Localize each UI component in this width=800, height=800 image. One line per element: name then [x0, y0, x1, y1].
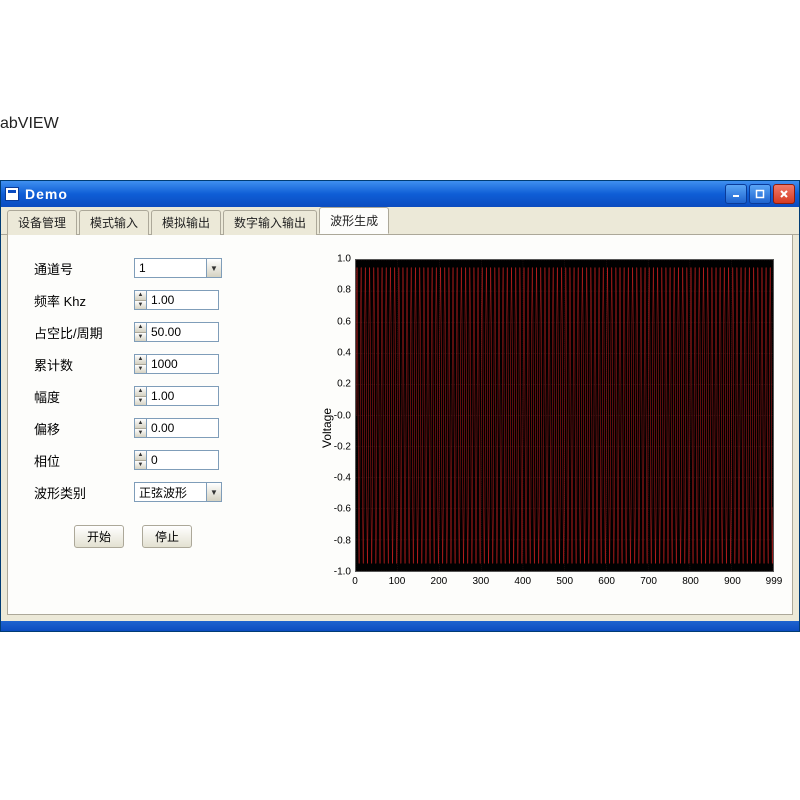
window-app-icon	[5, 187, 19, 201]
y-tick-label: -0.0	[334, 410, 351, 421]
x-tick-label: 900	[724, 576, 741, 587]
spin-up-icon[interactable]: ▲	[135, 451, 146, 461]
spin-down-icon[interactable]: ▼	[135, 301, 146, 310]
close-button[interactable]	[773, 184, 795, 204]
duty-spinner[interactable]: ▲ ▼	[134, 322, 147, 342]
y-tick-label: 0.4	[337, 347, 351, 358]
chart-plot-area	[355, 259, 774, 572]
spin-up-icon[interactable]: ▲	[135, 387, 146, 397]
x-tick-label: 400	[514, 576, 531, 587]
duty-label: 占空比/周期	[34, 323, 134, 342]
frequency-spinner[interactable]: ▲ ▼	[134, 290, 147, 310]
minimize-icon	[731, 189, 741, 199]
spin-up-icon[interactable]: ▲	[135, 323, 146, 333]
frequency-input[interactable]	[147, 290, 219, 310]
x-tick-label: 300	[472, 576, 489, 587]
chevron-down-icon: ▼	[206, 258, 222, 278]
count-input[interactable]	[147, 354, 219, 374]
y-tick-label: 0.6	[337, 316, 351, 327]
amplitude-label: 幅度	[34, 387, 134, 406]
waveform-chart: Voltage -1.0-0.8-0.6-0.4-0.2-0.00.20.40.…	[309, 253, 780, 602]
y-tick-label: 1.0	[337, 254, 351, 265]
frequency-label: 频率 Khz	[34, 291, 134, 310]
spin-down-icon[interactable]: ▼	[135, 365, 146, 374]
amplitude-spinner[interactable]: ▲ ▼	[134, 386, 147, 406]
count-label: 累计数	[34, 355, 134, 374]
x-tick-label: 800	[682, 576, 699, 587]
y-tick-label: 0.2	[337, 379, 351, 390]
phase-input[interactable]	[147, 450, 219, 470]
x-tick-label: 500	[556, 576, 573, 587]
offset-spinner[interactable]: ▲ ▼	[134, 418, 147, 438]
spin-up-icon[interactable]: ▲	[135, 291, 146, 301]
channel-label: 通道号	[34, 259, 134, 278]
tab-digital-io[interactable]: 数字输入输出	[223, 210, 317, 235]
window-title: Demo	[25, 186, 68, 202]
x-tick-label: 999	[766, 576, 783, 587]
titlebar: Demo	[1, 181, 799, 207]
spin-down-icon[interactable]: ▼	[135, 397, 146, 406]
spin-down-icon[interactable]: ▼	[135, 429, 146, 438]
y-tick-label: -0.2	[334, 441, 351, 452]
y-tick-label: -1.0	[334, 567, 351, 578]
offset-label: 偏移	[34, 419, 134, 438]
duty-input[interactable]	[147, 322, 219, 342]
tab-device-manage[interactable]: 设备管理	[7, 210, 77, 235]
parameter-form: 通道号 1 ▼ 频率 Khz ▲ ▼ 占空比/周期	[20, 253, 295, 602]
spin-up-icon[interactable]: ▲	[135, 355, 146, 365]
tabstrip: 设备管理 模式输入 模拟输出 数字输入输出 波形生成	[1, 207, 799, 235]
x-tick-label: 700	[640, 576, 657, 587]
tab-waveform-gen[interactable]: 波形生成	[319, 207, 389, 234]
spin-down-icon[interactable]: ▼	[135, 333, 146, 342]
x-tick-label: 200	[431, 576, 448, 587]
app-window: Demo 设备管理 模式输入 模拟输出 数字输入输出 波形生成 通道号 1 ▼	[0, 180, 800, 632]
wavetype-select[interactable]: 正弦波形 ▼	[134, 482, 222, 502]
phase-label: 相位	[34, 451, 134, 470]
maximize-icon	[755, 189, 765, 199]
chevron-down-icon: ▼	[206, 482, 222, 502]
count-spinner[interactable]: ▲ ▼	[134, 354, 147, 374]
chart-x-ticks: 0100200300400500600700800900999	[355, 576, 774, 590]
channel-value: 1	[134, 258, 206, 278]
chart-svg	[356, 260, 773, 571]
spin-up-icon[interactable]: ▲	[135, 419, 146, 429]
y-tick-label: -0.6	[334, 504, 351, 515]
spin-down-icon[interactable]: ▼	[135, 461, 146, 470]
phase-spinner[interactable]: ▲ ▼	[134, 450, 147, 470]
offset-input[interactable]	[147, 418, 219, 438]
minimize-button[interactable]	[725, 184, 747, 204]
y-tick-label: -0.4	[334, 473, 351, 484]
chart-y-ticks: -1.0-0.8-0.6-0.4-0.2-0.00.20.40.60.81.0	[325, 259, 353, 572]
close-icon	[779, 189, 789, 199]
tab-panel-waveform-gen: 通道号 1 ▼ 频率 Khz ▲ ▼ 占空比/周期	[7, 235, 793, 615]
window-bottom-frame	[1, 621, 799, 631]
channel-select[interactable]: 1 ▼	[134, 258, 222, 278]
x-tick-label: 100	[389, 576, 406, 587]
x-tick-label: 600	[598, 576, 615, 587]
app-name-fragment: abVIEW	[0, 115, 59, 133]
stop-button[interactable]: 停止	[142, 525, 192, 548]
amplitude-input[interactable]	[147, 386, 219, 406]
wavetype-value: 正弦波形	[134, 482, 206, 502]
tab-mode-input[interactable]: 模式输入	[79, 210, 149, 235]
tab-analog-output[interactable]: 模拟输出	[151, 210, 221, 235]
x-tick-label: 0	[352, 576, 358, 587]
y-tick-label: 0.8	[337, 285, 351, 296]
wavetype-label: 波形类别	[34, 483, 134, 502]
start-button[interactable]: 开始	[74, 525, 124, 548]
maximize-button[interactable]	[749, 184, 771, 204]
y-tick-label: -0.8	[334, 535, 351, 546]
